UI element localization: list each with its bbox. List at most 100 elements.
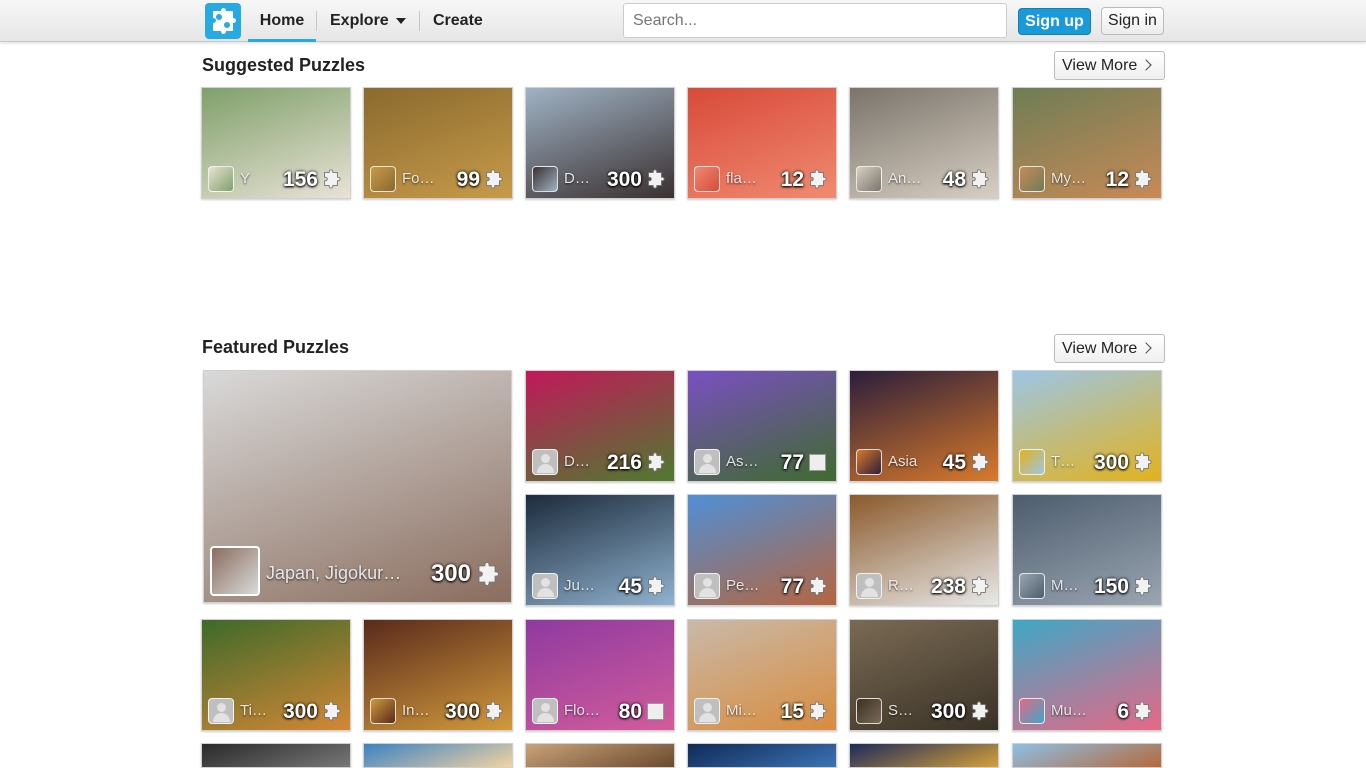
puzzle-title: Ani… (888, 170, 924, 187)
puzzle-tile[interactable]: Ti… 300 (201, 619, 351, 731)
user-avatar[interactable] (532, 449, 558, 475)
user-avatar[interactable] (1019, 573, 1045, 599)
user-avatar[interactable] (694, 698, 720, 724)
puzzle-piece-icon (320, 168, 342, 190)
nav-explore-label: Explore (330, 12, 389, 29)
puzzle-tile[interactable] (687, 743, 837, 768)
puzzle-tile[interactable]: Flo… 80 (525, 619, 675, 731)
puzzle-tile[interactable]: Pe… 77 (687, 494, 837, 606)
puzzle-title: Asia (888, 453, 918, 470)
sign-in-button[interactable]: Sign in (1101, 7, 1164, 35)
puzzle-piece-icon (473, 560, 501, 588)
puzzle-tile[interactable] (201, 743, 351, 768)
user-avatar[interactable] (694, 573, 720, 599)
puzzle-piece-icon (482, 168, 504, 190)
puzzle-thumbnail (202, 744, 350, 767)
suggested-view-more-button[interactable]: View More (1054, 51, 1165, 80)
puzzle-title: Musi… (1051, 702, 1087, 719)
square-piece-icon (647, 703, 664, 720)
puzzle-tile[interactable]: My… 12 (1012, 87, 1162, 199)
puzzle-tile[interactable] (849, 743, 999, 768)
puzzle-tile[interactable]: D… 300 (525, 87, 675, 199)
puzzle-tile[interactable]: Y 156 (201, 87, 351, 199)
piece-count: 6 (1117, 700, 1129, 723)
search-input[interactable] (623, 3, 1007, 38)
user-avatar[interactable] (1019, 449, 1045, 475)
user-avatar[interactable] (210, 546, 260, 596)
puzzle-piece-icon (806, 700, 828, 722)
nav-divider (316, 11, 317, 31)
user-avatar[interactable] (532, 698, 558, 724)
user-avatar[interactable] (370, 166, 396, 192)
puzzle-tile[interactable]: Musi… 6 (1012, 619, 1162, 731)
puzzle-piece-icon (644, 575, 666, 597)
piece-count: 12 (1105, 168, 1129, 191)
user-avatar[interactable] (856, 698, 882, 724)
puzzle-tile[interactable]: In… 300 (363, 619, 513, 731)
piece-count: 216 (606, 451, 642, 474)
puzzle-tile[interactable]: Mic… 15 (687, 619, 837, 731)
user-avatar[interactable] (370, 698, 396, 724)
puzzle-piece-icon (806, 168, 828, 190)
piece-count: 300 (444, 700, 480, 723)
piece-count: 45 (618, 575, 642, 598)
puzzle-title: D… (564, 453, 590, 470)
user-avatar[interactable] (1019, 698, 1045, 724)
piece-count: 300 (930, 700, 966, 723)
user-avatar[interactable] (856, 166, 882, 192)
piece-count: 99 (456, 168, 480, 191)
puzzle-tile[interactable]: S… 300 (849, 619, 999, 731)
sign-up-button[interactable]: Sign up (1018, 8, 1091, 35)
user-avatar[interactable] (694, 166, 720, 192)
puzzle-title: Jus… (564, 577, 600, 594)
puzzle-piece-icon (482, 700, 504, 722)
chevron-down-icon (395, 17, 406, 24)
puzzle-tile[interactable]: Jus… 45 (525, 494, 675, 606)
piece-count: 45 (942, 451, 966, 474)
user-avatar[interactable] (208, 166, 234, 192)
user-avatar[interactable] (856, 449, 882, 475)
puzzle-tile[interactable]: fla… 12 (687, 87, 837, 199)
puzzle-tile[interactable] (525, 743, 675, 768)
puzzle-tile[interactable]: For… 99 (363, 87, 513, 199)
puzzle-tile[interactable] (363, 743, 513, 768)
piece-count: 238 (930, 575, 966, 598)
user-avatar[interactable] (208, 698, 234, 724)
user-avatar[interactable] (1019, 166, 1045, 192)
piece-count: 300 (430, 560, 471, 587)
puzzle-tile[interactable] (1012, 743, 1162, 768)
puzzle-tile[interactable]: Japan, Jigokur… 300 (203, 370, 512, 603)
puzzle-piece-icon (644, 451, 666, 473)
puzzle-title: R… (888, 577, 914, 594)
puzzle-tile[interactable]: Asia 45 (849, 370, 999, 482)
puzzle-tile[interactable]: M… 150 (1012, 494, 1162, 606)
puzzle-title: Japan, Jigokur… (266, 563, 402, 583)
puzzle-title: Pe… (726, 577, 760, 594)
piece-count: 77 (780, 451, 804, 474)
user-avatar[interactable] (532, 166, 558, 192)
puzzle-tile[interactable]: Ani… 48 (849, 87, 999, 199)
piece-count: 77 (780, 575, 804, 598)
puzzle-title: Y (240, 170, 251, 187)
puzzle-logo-icon[interactable] (205, 3, 241, 39)
puzzle-thumbnail (526, 744, 674, 767)
user-avatar[interactable] (532, 573, 558, 599)
puzzle-title: In… (402, 702, 430, 719)
puzzle-tile[interactable]: D… 216 (525, 370, 675, 482)
puzzle-piece-icon (320, 700, 342, 722)
puzzle-tile[interactable]: R… 238 (849, 494, 999, 606)
puzzle-title: Ast… (726, 453, 762, 470)
view-more-label: View More (1062, 340, 1138, 357)
puzzle-tile[interactable]: Ast… 77 (687, 370, 837, 482)
suggested-puzzles-title: Suggested Puzzles (202, 55, 366, 75)
nav-explore-menu[interactable]: Explore (330, 0, 406, 42)
featured-view-more-button[interactable]: View More (1054, 334, 1165, 363)
puzzle-piece-icon (644, 168, 666, 190)
puzzle-piece-icon (806, 575, 828, 597)
puzzle-tile[interactable]: T… 300 (1012, 370, 1162, 482)
puzzle-title: fla… (726, 170, 757, 187)
user-avatar[interactable] (694, 449, 720, 475)
user-avatar[interactable] (856, 573, 882, 599)
nav-home-tab[interactable]: Home (248, 0, 316, 42)
nav-create-link[interactable]: Create (433, 0, 483, 42)
